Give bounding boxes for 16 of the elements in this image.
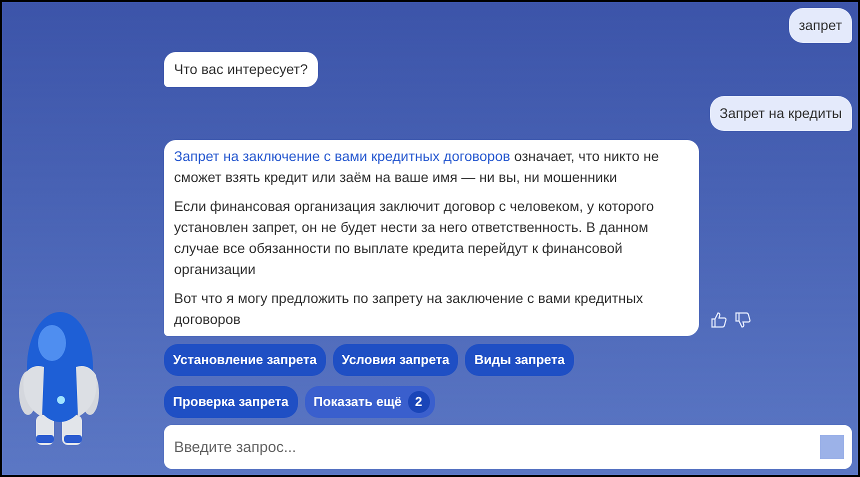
thumbs-up-icon[interactable] [711,312,727,328]
count-badge: 2 [408,391,430,413]
message-text: Что вас интересует? [174,60,308,79]
message-input[interactable]: Введите запрос... [164,425,852,469]
show-more-button[interactable]: Показать ещё 2 [304,386,435,418]
suggestion-chip[interactable]: Установление запрета [164,344,326,376]
suggestion-chip[interactable]: Условия запрета [332,344,458,376]
thumbs-down-icon[interactable] [735,312,751,328]
suggestion-chip[interactable]: Проверка запрета [164,386,298,418]
message-text: Вот что я могу предложить по запрету на заключение с вами кредитных договоров [174,289,644,329]
message-text: Если финансовая организация заключит договор с человеком, у которого установлен запрет, он не будет нести за него ответственность. В данном случае все обязанности по выплате кредита перейдут к финансовой организации [174,197,655,279]
suggestion-chip[interactable]: Виды запрета [465,344,574,376]
user-message: запрет [788,8,852,43]
link[interactable]: Запрет на заключение с вами кредитных договоров [174,148,510,164]
message-text: Запрет на заключение с вами кредитных договоров означает, что никто не сможет взять кредит или заём на ваше имя — ни вы, ни мошенники [174,147,660,187]
user-message: Запрет на кредиты [710,96,852,131]
